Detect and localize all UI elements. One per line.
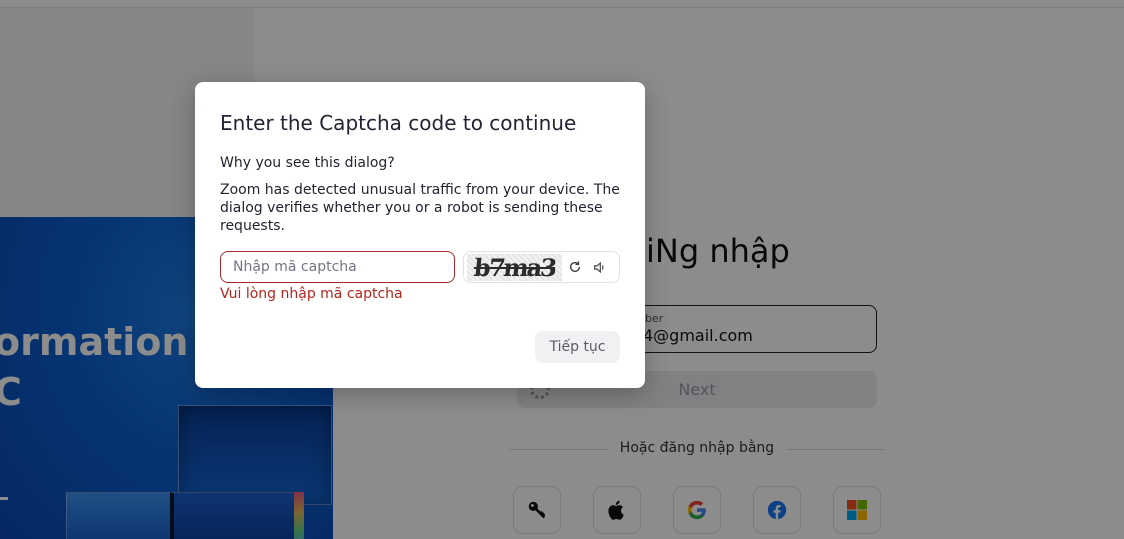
audio-icon[interactable] [590, 258, 608, 276]
captcha-dialog: Enter the Captcha code to continue Why y… [195, 82, 645, 388]
dialog-description: Zoom has detected unusual traffic from y… [220, 182, 620, 234]
captcha-widget: b7ma3 [463, 251, 620, 283]
captcha-text: b7ma3 [472, 253, 557, 282]
dialog-question: Why you see this dialog? [220, 155, 395, 171]
refresh-icon[interactable] [566, 258, 584, 276]
captcha-image: b7ma3 [467, 253, 562, 282]
continue-button[interactable]: Tiếp tục [535, 331, 620, 363]
captcha-error-message: Vui lòng nhập mã captcha [220, 286, 403, 302]
captcha-input[interactable] [220, 251, 455, 283]
dialog-title: Enter the Captcha code to continue [220, 111, 577, 135]
